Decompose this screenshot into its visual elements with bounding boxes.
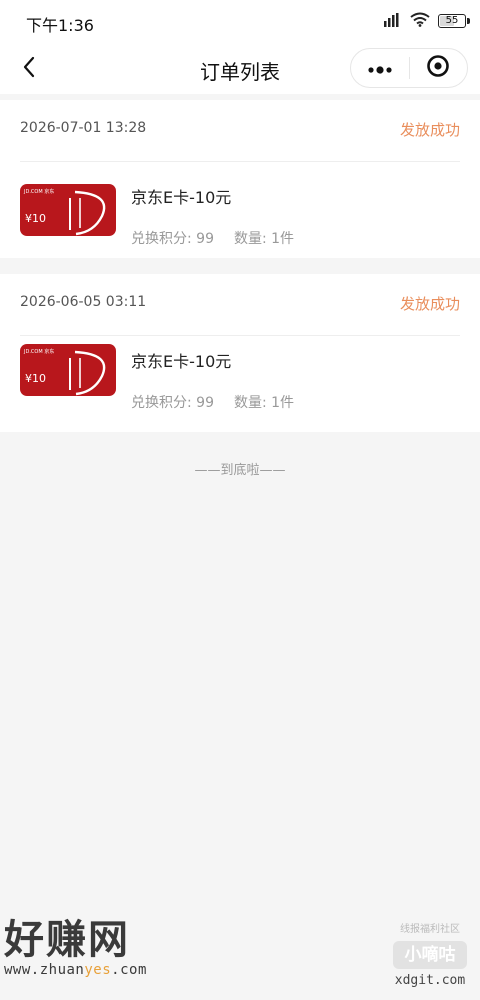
watermark-right-logo: 小嘀咕 xyxy=(393,941,467,969)
product-meta: 兑换积分: 99 数量: 1件 xyxy=(131,228,294,248)
status-icons: 55 xyxy=(384,12,470,31)
wifi-icon xyxy=(410,12,430,31)
watermark-right-url: xdgit.com xyxy=(394,973,466,988)
order-time: 2026-07-01 13:28 xyxy=(20,120,147,136)
watermark-brand: 好赚网 xyxy=(4,916,130,963)
product-meta: 兑换积分: 99 数量: 1件 xyxy=(131,392,294,412)
signal-icon xyxy=(384,12,402,31)
card-value-text: ¥10 xyxy=(25,212,46,225)
order-header: 2026-06-05 03:11 发放成功 xyxy=(20,274,460,336)
quantity-label: 数量: 1件 xyxy=(233,231,295,247)
watermark-url: www.zhuanyes.com xyxy=(4,962,147,978)
order-header: 2026-07-01 13:28 发放成功 xyxy=(20,100,460,162)
points-label: 兑换积分: 99 xyxy=(131,231,214,247)
order-status: 发放成功 xyxy=(399,295,460,313)
nav-bar: 订单列表 xyxy=(0,44,480,94)
product-name: 京东E卡-10元 xyxy=(131,188,232,207)
end-of-list-tip: ——到底啦—— xyxy=(194,463,286,478)
order-time: 2026-06-05 03:11 xyxy=(20,294,147,310)
jd-ecard-image: JD.COM 京东 ¥10 xyxy=(20,344,116,396)
status-time: 下午1:36 xyxy=(26,16,94,35)
close-button[interactable] xyxy=(410,49,468,87)
more-button[interactable] xyxy=(351,49,409,87)
order-status: 发放成功 xyxy=(399,121,460,139)
quantity-label: 数量: 1件 xyxy=(233,395,295,411)
mini-program-capsule xyxy=(350,48,468,88)
watermark-zhuanyes: 好赚网 www.zhuanyes.com xyxy=(4,918,194,988)
card-brand-text: JD.COM 京东 xyxy=(23,348,54,355)
status-bar: 下午1:36 55 xyxy=(0,0,480,44)
battery-icon: 55 xyxy=(438,14,470,28)
order-card[interactable]: 2026-06-05 03:11 发放成功 JD.COM 京东 ¥10 京东E卡… xyxy=(0,274,480,432)
card-value-text: ¥10 xyxy=(25,372,46,385)
points-label: 兑换积分: 99 xyxy=(131,395,214,411)
target-circle-icon xyxy=(426,54,450,82)
jd-ecard-image: JD.COM 京东 ¥10 xyxy=(20,184,116,236)
card-brand-text: JD.COM 京东 xyxy=(23,188,54,195)
product-name: 京东E卡-10元 xyxy=(131,352,232,371)
watermark-right-top: 线报福利社区 xyxy=(400,924,460,935)
more-dots-icon xyxy=(367,59,393,78)
battery-level: 55 xyxy=(445,15,459,26)
order-card[interactable]: 2026-07-01 13:28 发放成功 JD.COM 京东 ¥10 京东E卡… xyxy=(0,100,480,258)
watermark-xdgit: 线报福利社区 小嘀咕 xdgit.com xyxy=(388,920,472,994)
